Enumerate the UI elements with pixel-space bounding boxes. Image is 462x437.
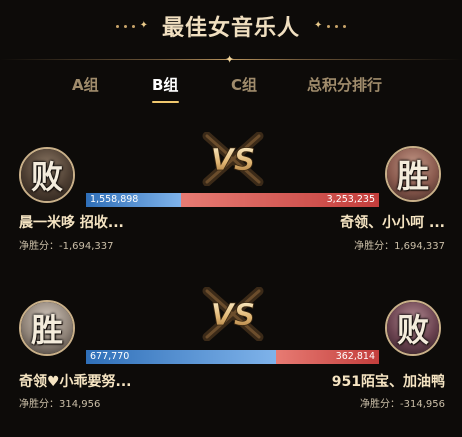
vs-emblem: VS: [202, 287, 264, 341]
avatar-right[interactable]: 败: [385, 300, 441, 356]
score-right: 3,253,235: [326, 194, 375, 205]
net-score-value: -314,956: [400, 399, 445, 410]
player-name-left[interactable]: 奇领♥小乖要努...: [19, 371, 132, 391]
score-bar-right: 3,253,235: [181, 193, 379, 207]
match-card: VS 胜 败 677,770 362,814 奇领♥小乖要努... 951陌宝、…: [0, 287, 462, 437]
score-bar-right: 362,814: [276, 350, 379, 364]
score-bar-left: 677,770: [86, 350, 276, 364]
match-card: VS 败 胜 1,558,898 3,253,235 晨一米哆 招收... 奇领…: [0, 132, 462, 282]
score-left: 1,558,898: [90, 194, 139, 205]
net-score-right: 净胜分：-314,956: [360, 395, 445, 410]
vs-label: VS: [211, 143, 256, 178]
result-badge-left: 胜: [30, 311, 63, 349]
title-decoration-left: ✦: [115, 20, 148, 31]
avatar-right[interactable]: 胜: [385, 146, 441, 202]
player-name-right[interactable]: 奇领、小小呵 ...: [340, 212, 445, 232]
result-badge-right: 败: [396, 311, 429, 349]
active-tab-indicator: [152, 101, 179, 103]
net-score-label: 净胜分：: [19, 241, 59, 252]
title-decoration-right: ✦: [314, 20, 347, 31]
sparkle-icon: ✦: [314, 20, 323, 31]
group-tabs: A组 B组 C组 总积分排行: [0, 74, 462, 114]
score-right: 362,814: [335, 351, 375, 362]
avatar-left[interactable]: 败: [19, 147, 75, 203]
net-score-left: 净胜分：314,956: [19, 395, 100, 410]
result-badge-right: 胜: [396, 157, 429, 195]
net-score-label: 净胜分：: [354, 241, 395, 252]
tab-a-group[interactable]: A组: [72, 74, 99, 95]
net-score-label: 净胜分：: [19, 399, 59, 410]
avatar-left[interactable]: 胜: [19, 300, 75, 356]
player-name-left[interactable]: 晨一米哆 招收...: [19, 212, 124, 232]
page-title: 最佳女音乐人: [161, 16, 300, 41]
net-score-value: -1,694,337: [59, 241, 114, 252]
net-score-value: 314,956: [59, 399, 101, 410]
net-score-value: 1,694,337: [394, 241, 445, 252]
tab-total-ranking[interactable]: 总积分排行: [307, 74, 382, 95]
tab-b-group[interactable]: B组: [152, 74, 178, 95]
sparkle-icon: ✦: [225, 53, 235, 66]
score-bar-left: 1,558,898: [86, 193, 181, 207]
vs-label: VS: [211, 298, 256, 333]
page-header: ✦ 最佳女音乐人 ✦: [0, 0, 462, 52]
net-score-left: 净胜分：-1,694,337: [19, 237, 114, 252]
sparkle-icon: ✦: [139, 20, 148, 31]
net-score-right: 净胜分：1,694,337: [354, 237, 445, 252]
result-badge-left: 败: [30, 158, 63, 196]
tab-c-group[interactable]: C组: [231, 74, 257, 95]
player-name-right[interactable]: 951陌宝、加油鸭: [332, 371, 445, 391]
vs-emblem: VS: [202, 132, 264, 186]
net-score-label: 净胜分：: [360, 399, 401, 410]
score-left: 677,770: [90, 351, 130, 362]
